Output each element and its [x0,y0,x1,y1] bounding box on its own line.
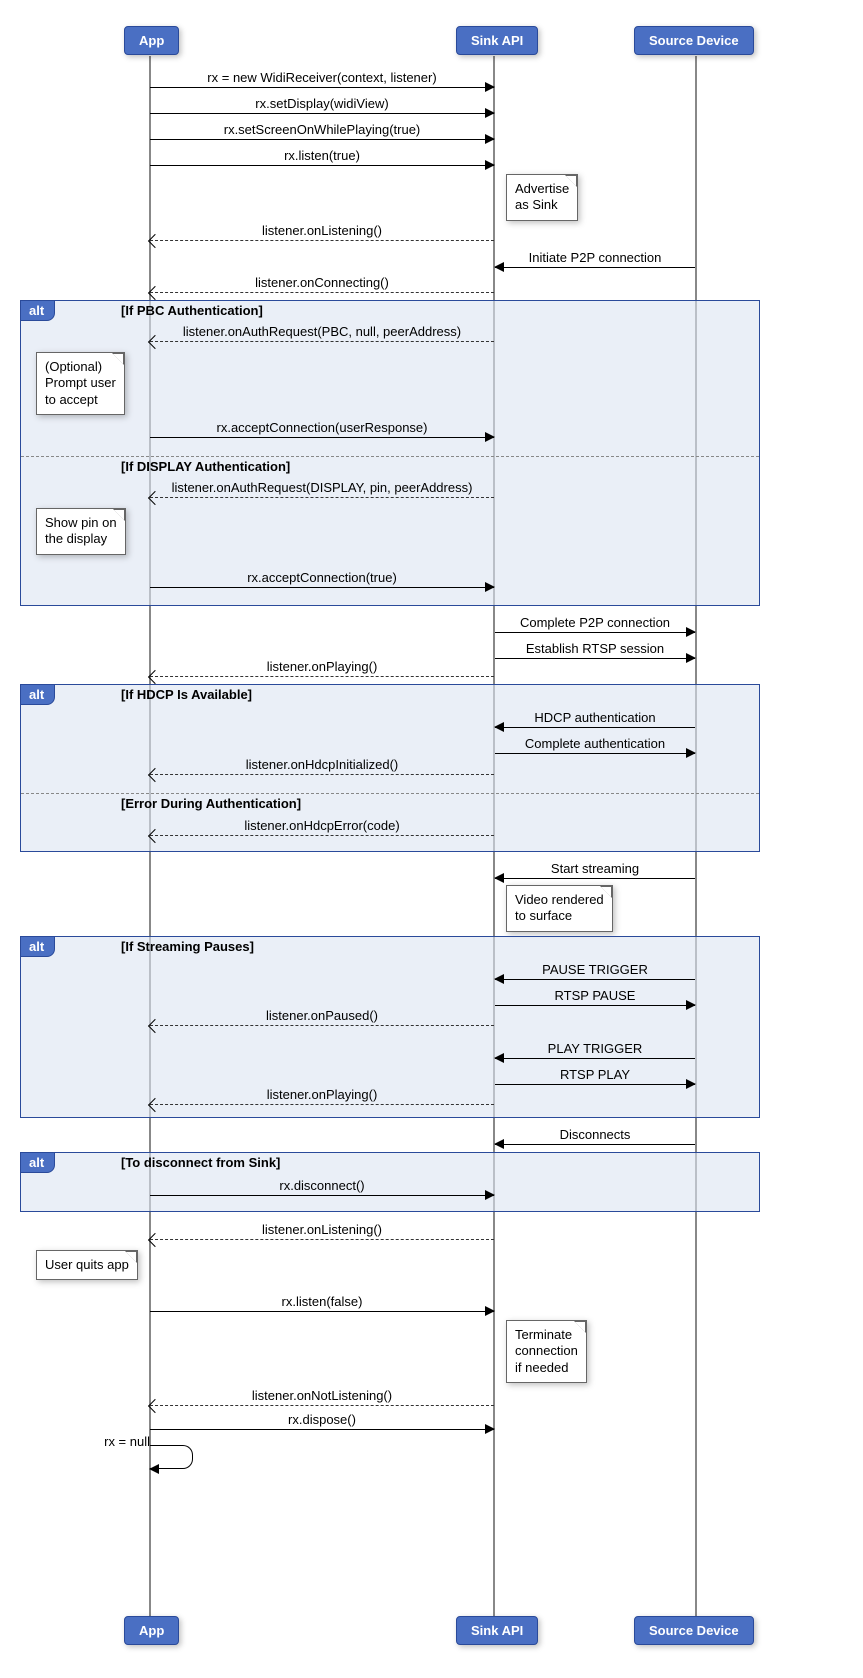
note-advertise: Advertise as Sink [506,174,578,221]
arrow [150,240,494,241]
arrow [150,835,494,836]
msg: listener.onHdcpInitialized() [150,757,494,772]
arrow [495,658,695,659]
alt-title: [If PBC Authentication] [121,303,263,318]
arrow [150,1239,494,1240]
arrow [150,497,494,498]
msg: rx.acceptConnection(true) [150,570,494,585]
sequence-diagram: App Sink API Source Device App Sink API … [12,12,851,1666]
msg: Initiate P2P connection [495,250,695,265]
msg: listener.onPaused() [150,1008,494,1023]
alt-divider [21,793,759,794]
msg: rx = null [72,1434,150,1449]
msg: Complete P2P connection [495,615,695,630]
arrow [150,1104,494,1105]
alt-tag: alt [20,936,55,957]
msg: rx.setDisplay(widiView) [150,96,494,111]
msg: listener.onAuthRequest(PBC, null, peerAd… [150,324,494,339]
alt-divider [21,456,759,457]
msg: listener.onConnecting() [150,275,494,290]
participant-source-bottom: Source Device [634,1616,754,1645]
msg: rx.acceptConnection(userResponse) [150,420,494,435]
arrow [150,1405,494,1406]
participant-source-top: Source Device [634,26,754,55]
arrow [150,437,494,438]
arrow [150,139,494,140]
note-userquits: User quits app [36,1250,138,1280]
msg: rx = new WidiReceiver(context, listener) [150,70,494,85]
msg: rx.disconnect() [150,1178,494,1193]
msg: PAUSE TRIGGER [495,962,695,977]
arrow [150,1311,494,1312]
arrow [150,1025,494,1026]
msg: PLAY TRIGGER [495,1041,695,1056]
arrow [150,587,494,588]
arrow [150,292,494,293]
arrow [150,774,494,775]
arrow [150,87,494,88]
arrow [495,878,695,879]
arrow [495,1144,695,1145]
alt-title: [If HDCP Is Available] [121,687,252,702]
msg: Start streaming [495,861,695,876]
msg: Establish RTSP session [495,641,695,656]
msg: rx.listen(false) [150,1294,494,1309]
arrow [495,1005,695,1006]
msg: Disconnects [495,1127,695,1142]
alt-title: [If DISPLAY Authentication] [121,459,290,474]
msg: listener.onAuthRequest(DISPLAY, pin, pee… [150,480,494,495]
msg: listener.onPlaying() [150,1087,494,1102]
note-terminate: Terminate connection if needed [506,1320,587,1383]
arrow [495,1084,695,1085]
self-arrow [150,1445,193,1469]
participant-app-top: App [124,26,179,55]
arrow [150,113,494,114]
msg: rx.dispose() [150,1412,494,1427]
arrow [495,267,695,268]
msg: listener.onHdcpError(code) [150,818,494,833]
note-prompt: (Optional) Prompt user to accept [36,352,125,415]
arrow [150,676,494,677]
arrow [495,632,695,633]
msg: Complete authentication [495,736,695,751]
arrow [495,753,695,754]
alt-tag: alt [20,684,55,705]
note-showpin: Show pin on the display [36,508,126,555]
msg: rx.listen(true) [150,148,494,163]
alt-tag: alt [20,300,55,321]
participant-app-bottom: App [124,1616,179,1645]
msg: RTSP PLAY [495,1067,695,1082]
msg: listener.onListening() [150,223,494,238]
alt-title: [If Streaming Pauses] [121,939,254,954]
participant-sink-top: Sink API [456,26,538,55]
msg: HDCP authentication [495,710,695,725]
alt-tag: alt [20,1152,55,1173]
arrow [495,727,695,728]
msg: RTSP PAUSE [495,988,695,1003]
arrow [495,979,695,980]
msg: rx.setScreenOnWhilePlaying(true) [150,122,494,137]
msg: listener.onPlaying() [150,659,494,674]
arrow [495,1058,695,1059]
msg: listener.onNotListening() [150,1388,494,1403]
alt-box-auth: alt [If PBC Authentication] [If DISPLAY … [20,300,760,606]
alt-title: [To disconnect from Sink] [121,1155,280,1170]
participant-sink-bottom: Sink API [456,1616,538,1645]
msg: listener.onListening() [150,1222,494,1237]
alt-title: [Error During Authentication] [121,796,301,811]
arrow [150,165,494,166]
note-video: Video rendered to surface [506,885,613,932]
arrow [150,1429,494,1430]
arrow [150,1195,494,1196]
arrow [150,341,494,342]
